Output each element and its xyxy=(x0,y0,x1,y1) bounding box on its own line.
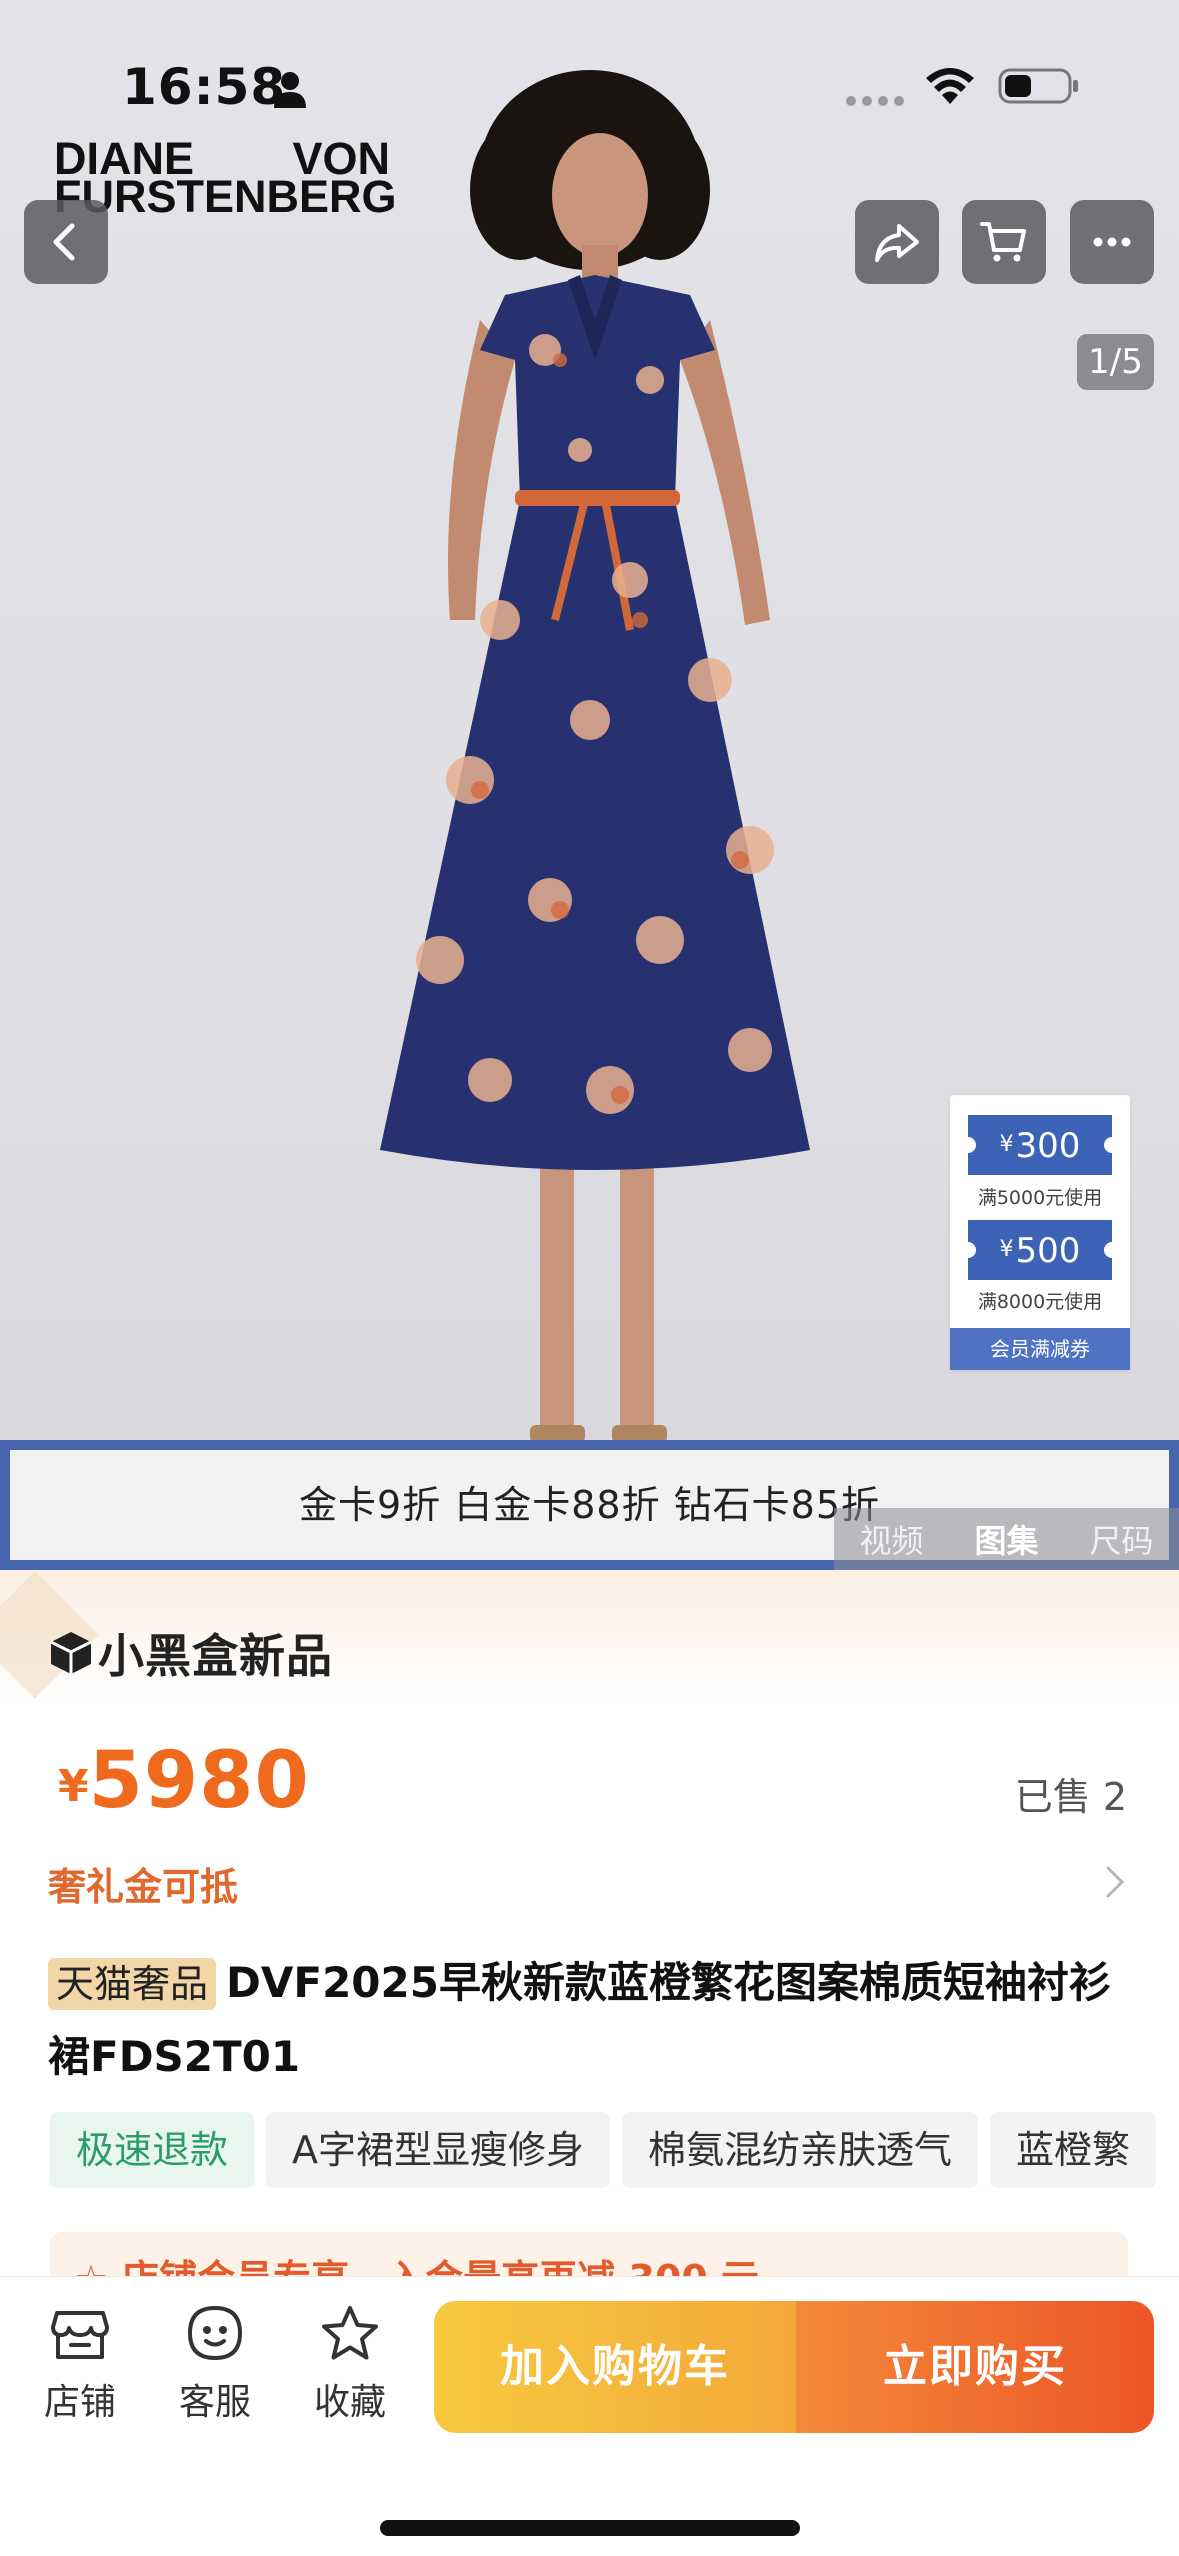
coupon-condition: 满5000元使用 xyxy=(977,1187,1103,1209)
coupon-500[interactable]: ¥500 xyxy=(960,1220,1120,1280)
service-icon xyxy=(187,2305,243,2361)
coupon-amount: 300 xyxy=(1015,1126,1081,1166)
tab-gallery[interactable]: 图集 xyxy=(974,1516,1038,1562)
customer-service-button[interactable]: 客服 xyxy=(165,2303,265,2425)
store-member-promo[interactable]: ☆ 店铺会员专享，入会最高再减 300 元 xyxy=(50,2232,1128,2276)
buy-now-button[interactable]: 立即购买 xyxy=(796,2301,1154,2433)
product-price: ¥5980 xyxy=(58,1736,310,1826)
new-arrival-label: 小黑盒新品 xyxy=(98,1629,333,1683)
member-coupon-panel[interactable]: ¥300 满5000元使用 ¥500 满8000元使用 会员满减券 xyxy=(950,1095,1130,1370)
share-button[interactable] xyxy=(855,200,939,284)
luxury-credit-row[interactable]: 奢礼金可抵 xyxy=(48,1856,1128,1912)
product-title: 天猫奢品 DVF2025早秋新款蓝橙繁花图案棉质短袖衬衫裙FDS2T01 xyxy=(48,1946,1138,2094)
coupon-footer-label: 会员满减券 xyxy=(950,1328,1130,1370)
coupon-currency: ¥ xyxy=(999,1132,1014,1157)
price-value: 5980 xyxy=(88,1736,310,1826)
shop-button[interactable]: 店铺 xyxy=(30,2303,130,2425)
favorite-button[interactable]: 收藏 xyxy=(300,2303,400,2425)
status-bar: 16:58 xyxy=(0,0,1179,150)
coupon-condition: 满8000元使用 xyxy=(977,1291,1103,1313)
price-currency: ¥ xyxy=(58,1761,89,1812)
new-arrival-strip: 小黑盒新品 xyxy=(0,1570,1179,1700)
feature-chip[interactable]: 棉氨混纺亲肤透气 xyxy=(622,2112,979,2188)
more-dots-icon xyxy=(1093,237,1131,247)
wifi-icon xyxy=(926,68,974,104)
battery-icon xyxy=(998,68,1078,104)
sold-count: 已售 2 xyxy=(1014,1775,1127,1819)
add-to-cart-button[interactable]: 加入购物车 xyxy=(434,2301,796,2433)
tmall-luxury-tag: 天猫奢品 xyxy=(48,1958,217,2010)
box-icon xyxy=(50,1632,92,1674)
store-member-promo-text: ☆ 店铺会员专享，入会最高再减 300 元 xyxy=(74,2248,759,2276)
new-arrival-badge: 小黑盒新品 xyxy=(48,1620,333,1686)
share-icon xyxy=(875,224,919,262)
feature-chips: 极速退款 A字裙型显瘦修身 棉氨混纺亲肤透气 蓝橙繁 xyxy=(50,2112,1179,2188)
luxury-credit-label: 奢礼金可抵 xyxy=(48,1865,239,1909)
feature-chip[interactable]: 蓝橙繁 xyxy=(990,2112,1157,2188)
product-gallery[interactable]: 16:58 DIANE VON FURSTENBERG 1/5 ¥300 满50… xyxy=(0,0,1179,1570)
star-icon xyxy=(322,2306,378,2360)
coupon-300[interactable]: ¥300 xyxy=(960,1115,1120,1175)
feature-chip[interactable]: A字裙型显瘦修身 xyxy=(266,2112,611,2188)
back-button[interactable] xyxy=(24,200,108,284)
cart-icon xyxy=(980,222,1026,262)
tab-video[interactable]: 视频 xyxy=(859,1516,923,1562)
signal-dots-icon xyxy=(846,96,904,106)
coupon-amount: 500 xyxy=(1015,1231,1081,1271)
favorite-label: 收藏 xyxy=(313,2382,386,2423)
cart-button[interactable] xyxy=(962,200,1046,284)
more-button[interactable] xyxy=(1070,200,1154,284)
service-label: 客服 xyxy=(178,2382,251,2423)
chevron-left-icon xyxy=(53,223,75,261)
person-icon xyxy=(274,72,306,108)
coupon-currency: ¥ xyxy=(999,1237,1014,1262)
media-tabs: 视频 图集 尺码 xyxy=(834,1508,1179,1570)
shop-icon xyxy=(51,2311,109,2359)
status-time: 16:58 xyxy=(122,58,287,116)
home-indicator[interactable] xyxy=(380,2520,800,2536)
feature-chip[interactable]: 极速退款 xyxy=(50,2112,255,2188)
image-counter: 1/5 xyxy=(1077,334,1154,390)
chevron-right-icon xyxy=(1106,1866,1125,1898)
product-model-image xyxy=(380,70,810,1443)
shop-label: 店铺 xyxy=(43,2382,116,2423)
bottom-action-bar: 店铺 客服 收藏 加入购物车 立即购买 xyxy=(0,2276,1179,2556)
tab-size[interactable]: 尺码 xyxy=(1089,1516,1153,1562)
